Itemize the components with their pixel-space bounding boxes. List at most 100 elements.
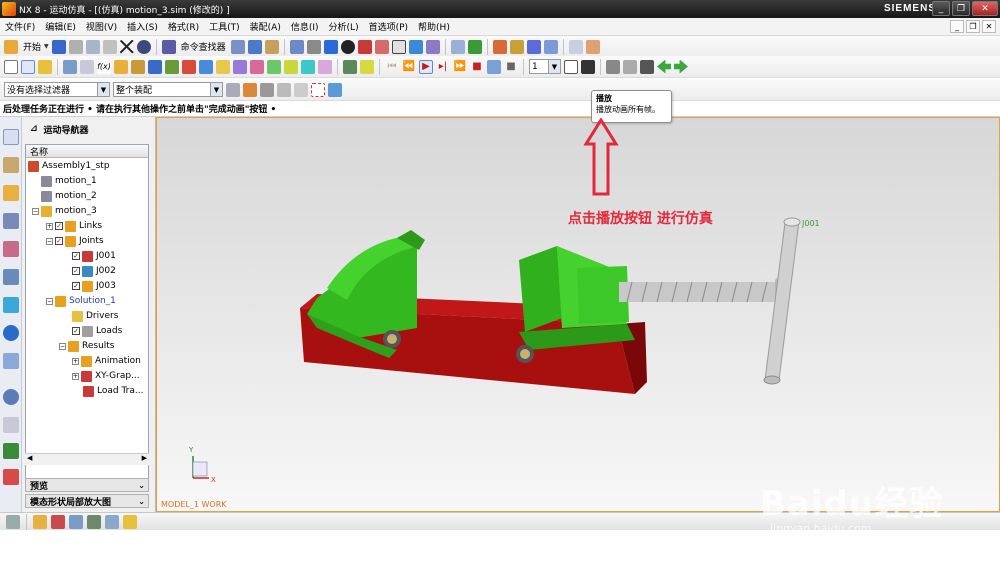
background-icon[interactable] bbox=[391, 39, 406, 54]
point-on-curve-icon[interactable] bbox=[277, 82, 291, 97]
stop-icon[interactable]: ■ bbox=[470, 60, 484, 74]
cut-icon[interactable] bbox=[68, 39, 83, 54]
ruler-icon[interactable] bbox=[585, 39, 600, 54]
visibility-checkbox[interactable]: ✓ bbox=[55, 237, 63, 245]
doc-restore-button[interactable]: ❐ bbox=[966, 20, 980, 33]
start-button[interactable]: 开始 bbox=[21, 40, 43, 53]
filter-settings-icon[interactable] bbox=[226, 82, 240, 97]
torque-icon[interactable] bbox=[233, 59, 247, 74]
shaded-cube-icon[interactable] bbox=[323, 39, 338, 54]
visibility-checkbox[interactable]: ✓ bbox=[72, 252, 80, 260]
output-icon[interactable] bbox=[543, 39, 558, 54]
expand-icon[interactable]: + bbox=[72, 357, 79, 365]
menu-help[interactable]: 帮助(H) bbox=[413, 20, 455, 33]
tree-item-motion-3[interactable]: − motion_3 bbox=[26, 204, 148, 218]
select-all-icon[interactable] bbox=[243, 82, 257, 97]
motion-navigator-icon[interactable] bbox=[3, 241, 19, 257]
preview-panel[interactable]: 预览 ⌄ bbox=[25, 478, 149, 492]
link-icon[interactable] bbox=[63, 59, 77, 74]
menu-format[interactable]: 格式(R) bbox=[163, 20, 204, 33]
rectangle-select-icon[interactable] bbox=[311, 82, 325, 97]
fit-view-icon[interactable] bbox=[289, 39, 304, 54]
spreadsheet-icon[interactable] bbox=[360, 59, 374, 74]
menu-preferences[interactable]: 首选项(P) bbox=[364, 20, 413, 33]
tree-item-drivers[interactable]: Drivers bbox=[26, 309, 148, 323]
damper-icon[interactable] bbox=[165, 59, 179, 74]
manufacturing-wizard-icon[interactable] bbox=[3, 417, 19, 433]
collapse-icon[interactable]: − bbox=[46, 297, 53, 305]
tree-item-j003[interactable]: ✓ J003 bbox=[26, 279, 148, 293]
rewind-icon[interactable]: ⏮ bbox=[385, 60, 399, 74]
export-animation-icon[interactable] bbox=[487, 59, 501, 74]
selection-scope-select[interactable]: 整个装配 ▼ bbox=[113, 82, 223, 97]
type-filter-select[interactable]: 没有选择过滤器 ▼ bbox=[4, 82, 110, 97]
arrow-left-icon[interactable] bbox=[657, 59, 671, 74]
sphere-icon[interactable] bbox=[340, 39, 355, 54]
visibility-checkbox[interactable]: ✓ bbox=[72, 327, 80, 335]
command-finder-button[interactable]: 命令查找器 bbox=[179, 40, 228, 53]
contact-icon[interactable] bbox=[182, 59, 196, 74]
tree-item-xy-graph[interactable]: + XY-Grap... bbox=[26, 369, 148, 383]
graphics-viewport[interactable]: J001 Y X MODEL_1 WORK bbox=[156, 117, 1000, 512]
graph-icon[interactable] bbox=[343, 59, 357, 74]
play-button[interactable]: ▶ bbox=[419, 59, 433, 74]
menu-view[interactable]: 视图(V) bbox=[81, 20, 122, 33]
visibility-checkbox[interactable]: ✓ bbox=[72, 267, 80, 275]
step-forward-icon[interactable]: ▸| bbox=[436, 60, 450, 74]
flag-icon[interactable] bbox=[581, 59, 595, 74]
open-icon[interactable] bbox=[21, 59, 35, 74]
pin-icon[interactable]: ⊿ bbox=[30, 124, 38, 134]
interference-icon[interactable] bbox=[301, 59, 315, 74]
doc-minimize-button[interactable]: _ bbox=[950, 20, 964, 33]
move-component-icon[interactable] bbox=[69, 514, 83, 529]
force-icon[interactable] bbox=[216, 59, 230, 74]
motion-simulation-icon[interactable] bbox=[492, 39, 507, 54]
mass-icon[interactable] bbox=[80, 59, 94, 74]
arrange-icon[interactable] bbox=[87, 514, 101, 529]
roles-icon[interactable] bbox=[3, 443, 19, 459]
tree-item-joints[interactable]: − ✓ Joints bbox=[26, 234, 148, 248]
pin-icon[interactable] bbox=[640, 59, 654, 74]
tree-item-loads[interactable]: ✓ Loads bbox=[26, 324, 148, 338]
palette-icon[interactable] bbox=[3, 469, 19, 485]
explode-icon[interactable] bbox=[105, 514, 119, 529]
step-back-icon[interactable]: ⏪ bbox=[402, 60, 416, 74]
copy-icon[interactable] bbox=[85, 39, 100, 54]
collapse-icon[interactable]: − bbox=[46, 237, 53, 245]
tree-item-motion-1[interactable]: motion_1 bbox=[26, 174, 148, 188]
snap-view-icon[interactable] bbox=[425, 39, 440, 54]
tree-item-motion-2[interactable]: motion_2 bbox=[26, 189, 148, 203]
joint-icon[interactable] bbox=[114, 59, 128, 74]
touch-mode-icon[interactable] bbox=[230, 39, 245, 54]
tree-item-j001[interactable]: ✓ J001 bbox=[26, 249, 148, 263]
menu-information[interactable]: 信息(I) bbox=[286, 20, 324, 33]
menu-assembly[interactable]: 装配(A) bbox=[245, 20, 286, 33]
finish-animation-icon[interactable]: ■ bbox=[504, 60, 518, 74]
snap-point-icon[interactable] bbox=[260, 82, 274, 97]
box-red-icon[interactable] bbox=[357, 39, 372, 54]
paste-icon[interactable] bbox=[102, 39, 117, 54]
sketch-icon[interactable] bbox=[6, 514, 20, 529]
arrow-right-icon[interactable] bbox=[674, 59, 688, 74]
menu-tools[interactable]: 工具(T) bbox=[204, 20, 245, 33]
tree-item-j002[interactable]: ✓ J002 bbox=[26, 264, 148, 278]
tree-item-animation[interactable]: + Animation bbox=[26, 354, 148, 368]
mode-shape-panel[interactable]: 模态形状局部放大图 ⌄ bbox=[25, 494, 149, 508]
tree-item-load-transfer[interactable]: Load Tra... bbox=[26, 384, 148, 398]
function-icon[interactable]: f(x) bbox=[97, 59, 111, 74]
restore-button[interactable]: ❐ bbox=[952, 1, 970, 16]
visibility-checkbox[interactable]: ✓ bbox=[72, 282, 80, 290]
driver-icon[interactable] bbox=[250, 59, 264, 74]
collapse-icon[interactable]: − bbox=[59, 342, 66, 350]
undo-icon[interactable] bbox=[136, 39, 151, 54]
horizontal-scrollbar[interactable]: ◀ ▶ bbox=[25, 453, 149, 465]
menu-analysis[interactable]: 分析(L) bbox=[324, 20, 364, 33]
point-on-face-icon[interactable] bbox=[294, 82, 308, 97]
reuse-library-icon[interactable] bbox=[3, 213, 19, 229]
box-pink-icon[interactable] bbox=[374, 39, 389, 54]
coupler-icon[interactable] bbox=[131, 59, 145, 74]
trace-icon[interactable] bbox=[318, 59, 332, 74]
tree-item-links[interactable]: + ✓ Links bbox=[26, 219, 148, 233]
wave-icon[interactable] bbox=[123, 514, 137, 529]
new-icon[interactable] bbox=[4, 59, 18, 74]
